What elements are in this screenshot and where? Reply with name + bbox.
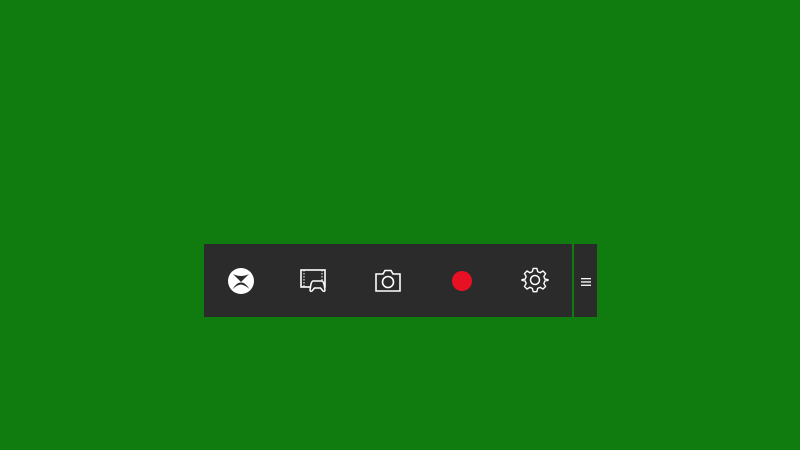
drag-handle-icon <box>580 271 591 290</box>
game-bar <box>204 244 597 317</box>
game-controller-screen-icon <box>300 268 328 294</box>
game-bar-buttons <box>204 244 572 317</box>
record-button[interactable] <box>425 244 499 317</box>
settings-button[interactable] <box>498 244 572 317</box>
game-mode-button[interactable] <box>278 244 352 317</box>
gear-icon <box>521 267 549 295</box>
xbox-logo-icon <box>227 267 255 295</box>
camera-icon <box>374 269 402 293</box>
drag-handle[interactable] <box>574 244 597 317</box>
record-dot-icon <box>451 270 472 291</box>
screenshot-button[interactable] <box>351 244 425 317</box>
xbox-button[interactable] <box>204 244 278 317</box>
